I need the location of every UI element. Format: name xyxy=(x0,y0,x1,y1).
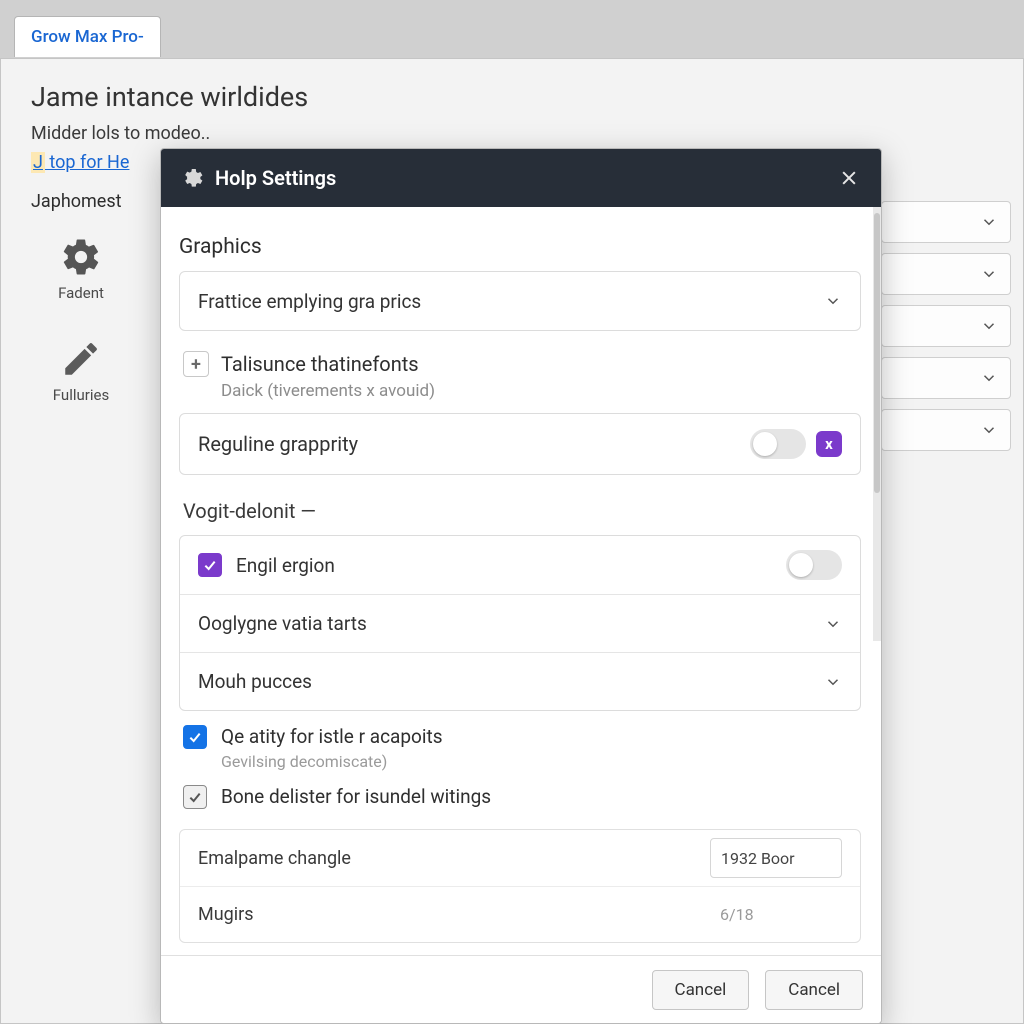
check-label: Bone delister for isundel witings xyxy=(221,785,491,808)
scrollbar[interactable] xyxy=(873,207,881,641)
check-bone[interactable]: Bone delister for isundel witings xyxy=(183,785,861,809)
graphics-dropdown-value: Frattice emplying gra prics xyxy=(198,290,824,313)
chevron-down-icon xyxy=(980,421,998,439)
page-subheading: Midder lols to modeo.. xyxy=(31,123,993,144)
row-label: Engil ergion xyxy=(236,554,786,577)
sidebar-tool-label: Fadent xyxy=(58,284,104,302)
checkbox-icon[interactable] xyxy=(183,785,207,809)
sidebar-tool-label: Fulluries xyxy=(53,386,109,404)
toggle-label: Reguline grapprity xyxy=(198,432,750,456)
expander-header[interactable]: + Talisunce thatinefonts xyxy=(183,351,861,377)
cancel-button-2[interactable]: Cancel xyxy=(765,970,863,1010)
close-badge-icon[interactable]: x xyxy=(816,431,842,457)
chevron-down-icon xyxy=(824,292,842,310)
close-button[interactable] xyxy=(835,164,863,192)
expander-label: Talisunce thatinefonts xyxy=(221,352,419,376)
scrollbar-thumb[interactable] xyxy=(874,213,880,493)
kv-value-input[interactable]: 1932 Boor xyxy=(710,838,842,878)
gear-icon xyxy=(60,236,102,278)
chevron-down-icon xyxy=(980,213,998,231)
settings-modal: Holp Settings Graphics Frattice emplying… xyxy=(160,148,882,1024)
tab-strip: Grow Max Pro- xyxy=(0,0,1024,58)
kv-key: Emalpame changle xyxy=(198,848,710,869)
expander-description: Daick (tiverements x avouid) xyxy=(221,381,861,401)
chevron-down-icon xyxy=(980,369,998,387)
side-label: Japhomest xyxy=(31,191,122,212)
modal-body: Graphics Frattice emplying gra prics + T… xyxy=(161,207,881,955)
check-label: Qe atity for istle r acapoits xyxy=(221,725,443,748)
bg-dropdown-4[interactable] xyxy=(881,357,1011,399)
vogit-list: Engil ergion Ooglygne vatia tarts Mouh p… xyxy=(179,535,861,711)
bg-dropdown-3[interactable] xyxy=(881,305,1011,347)
kv-card: Emalpame changle 1932 Boor Mugirs 6/18 xyxy=(179,829,861,943)
toggle-reguline[interactable]: Reguline grapprity x xyxy=(179,413,861,475)
kv-row-emalpame: Emalpame changle 1932 Boor xyxy=(180,830,860,886)
page-link[interactable]: J top for He xyxy=(31,152,129,173)
sidebar-tool-edit[interactable]: Fulluries xyxy=(35,338,127,404)
checkbox-icon[interactable] xyxy=(183,725,207,749)
section-title-graphics: Graphics xyxy=(179,235,861,259)
page-title: Jame intance wirldides xyxy=(31,81,993,113)
cancel-button[interactable]: Cancel xyxy=(652,970,750,1010)
chevron-down-icon xyxy=(824,673,842,691)
toggle-switch[interactable] xyxy=(750,429,806,459)
check-sublabel: Gevilsing decomiscate) xyxy=(221,752,443,771)
row-engil[interactable]: Engil ergion xyxy=(180,536,860,594)
row-ooglygne[interactable]: Ooglygne vatia tarts xyxy=(180,594,860,652)
gear-icon xyxy=(179,166,203,190)
tab-active[interactable]: Grow Max Pro- xyxy=(14,16,161,57)
kv-row-mugirs: Mugirs 6/18 xyxy=(180,886,860,942)
toggle-switch[interactable] xyxy=(786,550,842,580)
bg-dropdown-1[interactable] xyxy=(881,201,1011,243)
pencil-icon xyxy=(60,338,102,380)
bg-dropdown-2[interactable] xyxy=(881,253,1011,295)
chevron-down-icon xyxy=(980,317,998,335)
row-label: Mouh pucces xyxy=(198,670,824,693)
graphics-dropdown[interactable]: Frattice emplying gra prics xyxy=(179,271,861,331)
kv-key: Mugirs xyxy=(198,904,710,925)
check-qeatity[interactable]: Qe atity for istle r acapoits Gevilsing … xyxy=(183,725,861,771)
kv-value: 6/18 xyxy=(710,895,842,935)
modal-footer: Cancel Cancel xyxy=(161,955,881,1023)
section-title-vogit: Vogit-delonit — xyxy=(183,499,861,523)
chevron-down-icon xyxy=(824,615,842,633)
modal-header: Holp Settings xyxy=(161,149,881,207)
sidebar-tool-settings[interactable]: Fadent xyxy=(35,236,127,302)
bg-dropdown-5[interactable] xyxy=(881,409,1011,451)
chevron-down-icon xyxy=(980,265,998,283)
checkbox-icon[interactable] xyxy=(198,553,222,577)
row-mouh[interactable]: Mouh pucces xyxy=(180,652,860,710)
plus-icon: + xyxy=(183,351,209,377)
modal-title: Holp Settings xyxy=(215,166,336,190)
row-label: Ooglygne vatia tarts xyxy=(198,612,824,635)
